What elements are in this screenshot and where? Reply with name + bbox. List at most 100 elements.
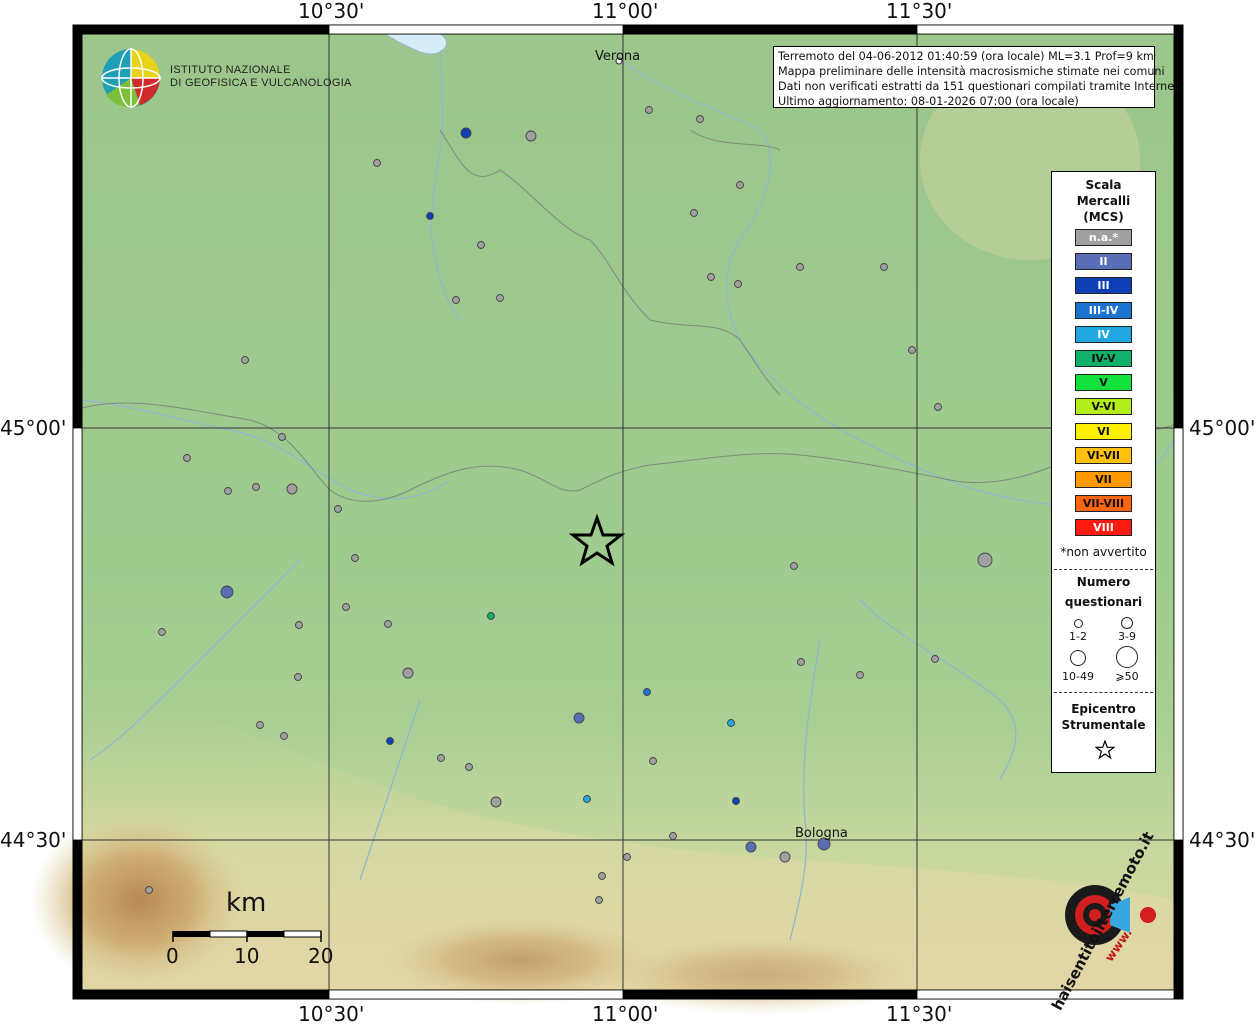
intensity-point-n-a: [145, 886, 153, 894]
lon-label-bottom-1030: 10°30': [298, 1002, 365, 1026]
intensity-point-n-a: [252, 483, 260, 491]
questionari-title-1: Numero: [1076, 575, 1131, 589]
intensity-point-ii: [745, 841, 757, 853]
intensity-point-n-a: [690, 209, 698, 217]
lon-label-bottom-1130: 11°30': [886, 1002, 953, 1026]
city-label-bologna: Bologna: [795, 826, 848, 841]
size-circle-10-49: [1070, 650, 1086, 666]
legend-star-icon: [1095, 740, 1115, 760]
legend-separator: [1054, 692, 1153, 693]
legend-swatch-v-vi: V-VI: [1075, 398, 1132, 416]
intensity-point-n-a: [931, 655, 939, 663]
intensity-point-n-a: [908, 346, 916, 354]
epicentro-title-2: Strumentale: [1061, 718, 1146, 732]
legend-note: *non avvertito: [1060, 545, 1147, 559]
legend-swatch-n-a: n.a.*: [1075, 229, 1132, 246]
intensity-point-n-a: [334, 505, 342, 513]
ingv-line-2: DI GEOFISICA E VULCANOLOGIA: [170, 77, 352, 89]
legend-swatch-iv: IV: [1075, 325, 1132, 343]
intensity-point-n-a: [977, 552, 993, 568]
legend-title-line: Mercalli: [1076, 194, 1131, 208]
lon-label-top-1130: 11°30': [886, 0, 953, 23]
intensity-point-n-a: [525, 130, 537, 142]
map-figure: 10°30' 11°00' 11°30' 10°30' 11°00' 11°30…: [0, 0, 1256, 1026]
intensity-point-iv-v: [487, 612, 495, 620]
intensity-point-n-a: [158, 628, 166, 636]
legend-swatch-vi: VI: [1075, 422, 1132, 440]
intensity-point-n-a: [286, 483, 298, 495]
intensity-point-n-a: [645, 106, 653, 114]
info-line: Mappa preliminare delle intensità macros…: [778, 65, 1165, 78]
mcs-legend: Scala Mercalli (MCS) n.a.* II III III-IV IV I…: [1051, 171, 1156, 773]
intensity-point-n-a: [342, 603, 350, 611]
intensity-point-n-a: [796, 263, 804, 271]
intensity-point-n-a: [278, 433, 286, 441]
intensity-point-n-a: [797, 658, 805, 666]
legend-swatch-vii-viii: VII-VIII: [1075, 495, 1132, 513]
intensity-point-n-a: [934, 403, 942, 411]
ingv-logo-text: ISTITUTO NAZIONALE DI GEOFISICA E VULCAN…: [170, 64, 352, 90]
intensity-point-iv: [583, 795, 591, 803]
intensity-point-n-a: [696, 115, 704, 123]
intensity-point-iii: [732, 797, 740, 805]
intensity-point-n-a: [649, 757, 657, 765]
intensity-point-iii-iv: [643, 688, 651, 696]
intensity-point-n-a: [736, 181, 744, 189]
intensity-point-n-a: [595, 896, 603, 904]
legend-swatch-vii: VII: [1075, 471, 1132, 488]
intensity-point-n-a: [437, 754, 445, 762]
scale-bar-tick-10: 10: [234, 944, 260, 968]
lat-label-left-4430: 44°30': [0, 828, 67, 852]
earthquake-info-box: Terremoto del 04-06-2012 01:40:59 (ora l…: [773, 46, 1182, 108]
intensity-point-n-a: [496, 294, 504, 302]
intensity-point-n-a: [280, 732, 288, 740]
intensity-point-n-a: [256, 721, 264, 729]
intensity-point-ii: [220, 585, 234, 599]
legend-swatch-iii-iv: III-IV: [1075, 301, 1132, 319]
intensity-point-iii: [386, 737, 394, 745]
scale-bar-tick-20: 20: [308, 944, 334, 968]
size-circle-50: [1116, 646, 1138, 668]
info-line: Terremoto del 04-06-2012 01:40:59 (ora l…: [778, 50, 1154, 63]
legend-swatch-ii: II: [1075, 253, 1132, 271]
legend-swatch-iv-v: IV-V: [1075, 350, 1132, 367]
legend-swatch-viii: VIII: [1075, 519, 1132, 537]
scale-bar-unit: km: [226, 888, 267, 918]
intensity-point-n-a: [790, 562, 798, 570]
intensity-point-n-a: [241, 356, 249, 364]
intensity-point-n-a: [669, 832, 677, 840]
legend-title-line: Scala: [1085, 178, 1122, 192]
legend-swatch-v: V: [1075, 374, 1132, 392]
intensity-point-ii: [573, 712, 585, 724]
intensity-point-n-a: [477, 241, 485, 249]
epicentro-title-1: Epicentro: [1071, 702, 1136, 716]
ingv-line-1: ISTITUTO NAZIONALE: [170, 64, 291, 76]
city-label-verona: Verona: [595, 49, 641, 64]
questionari-title-2: questionari: [1064, 595, 1143, 609]
intensity-point-n-a: [598, 872, 606, 880]
lon-label-top-1030: 10°30': [298, 0, 365, 23]
size-circle-3-9: [1121, 617, 1133, 629]
legend-separator: [1054, 569, 1153, 570]
intensity-point-n-a: [880, 263, 888, 271]
size-label-50: ⩾50: [1115, 670, 1139, 683]
intensity-point-n-a: [465, 763, 473, 771]
intensity-point-iv: [727, 719, 735, 727]
legend-title: Scala Mercalli (MCS): [1052, 177, 1155, 225]
legend-title-line: (MCS): [1083, 210, 1124, 224]
size-label-3-9: 3-9: [1118, 630, 1136, 643]
lon-label-bottom-1100: 11°00': [592, 1002, 659, 1026]
intensity-point-n-a: [224, 487, 232, 495]
intensity-point-n-a: [351, 554, 359, 562]
intensity-point-iii: [460, 127, 472, 139]
intensity-point-n-a: [452, 296, 460, 304]
size-circle-1-2: [1074, 619, 1083, 628]
legend-swatch-vi-vii: VI-VII: [1075, 446, 1132, 464]
intensity-point-n-a: [856, 671, 864, 679]
info-line: Ultimo aggiornamento: 08-01-2026 07:00 (…: [778, 95, 1079, 108]
size-label-10-49: 10-49: [1062, 670, 1094, 683]
intensity-point-n-a: [707, 273, 715, 281]
intensity-point-n-a: [294, 673, 302, 681]
intensity-point-n-a: [183, 454, 191, 462]
intensity-point-n-a: [490, 796, 502, 808]
